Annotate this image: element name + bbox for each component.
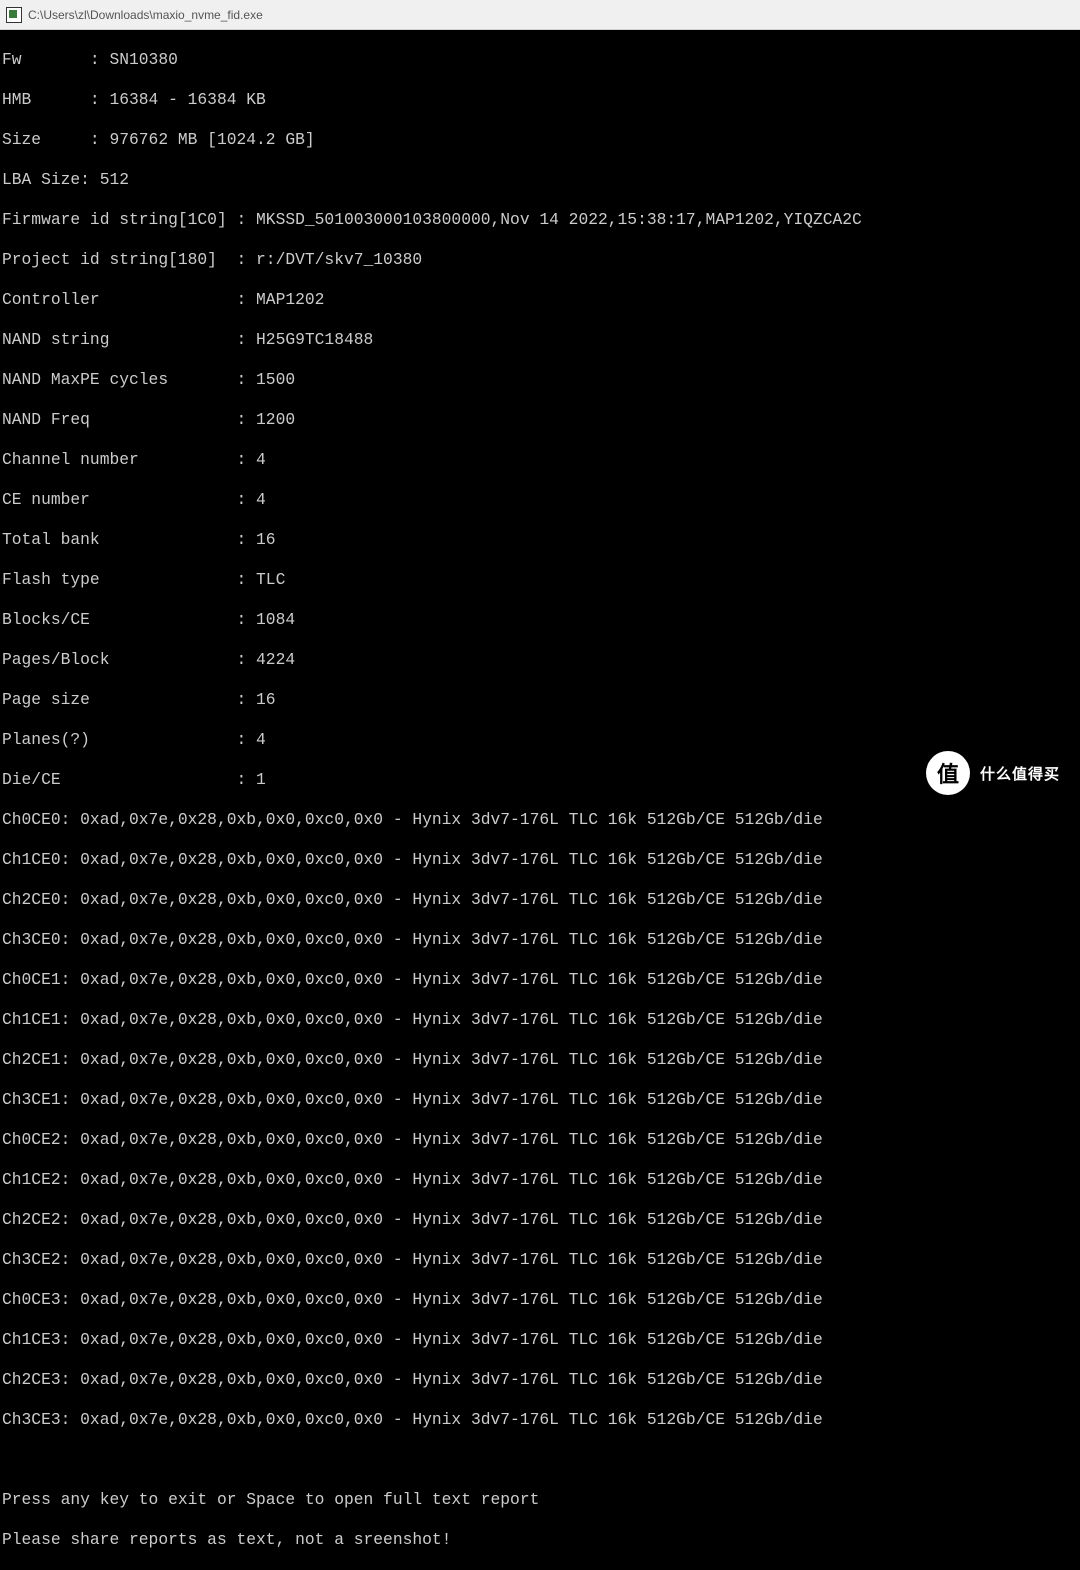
window-titlebar[interactable]: C:\Users\zl\Downloads\maxio_nvme_fid.exe [0, 0, 1080, 30]
field-firmware-id: Firmware id string[1C0] : MKSSD_50100300… [2, 210, 1078, 230]
field-project-id: Project id string[180] : r:/DVT/skv7_103… [2, 250, 1078, 270]
chip-line: Ch2CE3: 0xad,0x7e,0x28,0xb,0x0,0xc0,0x0 … [2, 1370, 1078, 1390]
field-pages-block: Pages/Block : 4224 [2, 650, 1078, 670]
chip-line: Ch0CE1: 0xad,0x7e,0x28,0xb,0x0,0xc0,0x0 … [2, 970, 1078, 990]
field-flash-type: Flash type : TLC [2, 570, 1078, 590]
field-nand-freq: NAND Freq : 1200 [2, 410, 1078, 430]
chip-line: Ch1CE3: 0xad,0x7e,0x28,0xb,0x0,0xc0,0x0 … [2, 1330, 1078, 1350]
exit-instruction: Press any key to exit or Space to open f… [2, 1490, 1078, 1510]
field-channel-number: Channel number : 4 [2, 450, 1078, 470]
chip-line: Ch1CE2: 0xad,0x7e,0x28,0xb,0x0,0xc0,0x0 … [2, 1170, 1078, 1190]
chip-line: Ch3CE3: 0xad,0x7e,0x28,0xb,0x0,0xc0,0x0 … [2, 1410, 1078, 1430]
field-nand-string: NAND string : H25G9TC18488 [2, 330, 1078, 350]
chip-line: Ch0CE2: 0xad,0x7e,0x28,0xb,0x0,0xc0,0x0 … [2, 1130, 1078, 1150]
chip-line: Ch3CE1: 0xad,0x7e,0x28,0xb,0x0,0xc0,0x0 … [2, 1090, 1078, 1110]
chip-line: Ch0CE3: 0xad,0x7e,0x28,0xb,0x0,0xc0,0x0 … [2, 1290, 1078, 1310]
watermark-icon: 值 [926, 751, 970, 795]
chip-line: Ch2CE1: 0xad,0x7e,0x28,0xb,0x0,0xc0,0x0 … [2, 1050, 1078, 1070]
field-lba-size: LBA Size: 512 [2, 170, 1078, 190]
chip-line: Ch3CE2: 0xad,0x7e,0x28,0xb,0x0,0xc0,0x0 … [2, 1250, 1078, 1270]
share-instruction: Please share reports as text, not a sree… [2, 1530, 1078, 1550]
blank-line [2, 1450, 1078, 1470]
field-die-ce: Die/CE : 1 [2, 770, 1078, 790]
field-blocks-ce: Blocks/CE : 1084 [2, 610, 1078, 630]
chip-line: Ch2CE2: 0xad,0x7e,0x28,0xb,0x0,0xc0,0x0 … [2, 1210, 1078, 1230]
window-title: C:\Users\zl\Downloads\maxio_nvme_fid.exe [28, 8, 263, 22]
watermark-badge: 值 什么值得买 [926, 751, 1060, 795]
field-controller: Controller : MAP1202 [2, 290, 1078, 310]
chip-line: Ch1CE1: 0xad,0x7e,0x28,0xb,0x0,0xc0,0x0 … [2, 1010, 1078, 1030]
chip-line: Ch1CE0: 0xad,0x7e,0x28,0xb,0x0,0xc0,0x0 … [2, 850, 1078, 870]
chip-line: Ch0CE0: 0xad,0x7e,0x28,0xb,0x0,0xc0,0x0 … [2, 810, 1078, 830]
field-ce-number: CE number : 4 [2, 490, 1078, 510]
field-planes: Planes(?) : 4 [2, 730, 1078, 750]
field-page-size: Page size : 16 [2, 690, 1078, 710]
field-fw: Fw : SN10380 [2, 50, 1078, 70]
field-size: Size : 976762 MB [1024.2 GB] [2, 130, 1078, 150]
field-hmb: HMB : 16384 - 16384 KB [2, 90, 1078, 110]
app-icon [6, 7, 22, 23]
watermark-text: 什么值得买 [980, 763, 1060, 784]
chip-line: Ch2CE0: 0xad,0x7e,0x28,0xb,0x0,0xc0,0x0 … [2, 890, 1078, 910]
field-total-bank: Total bank : 16 [2, 530, 1078, 550]
field-nand-maxpe: NAND MaxPE cycles : 1500 [2, 370, 1078, 390]
console-output: Fw : SN10380 HMB : 16384 - 16384 KB Size… [0, 30, 1080, 1570]
chip-line: Ch3CE0: 0xad,0x7e,0x28,0xb,0x0,0xc0,0x0 … [2, 930, 1078, 950]
